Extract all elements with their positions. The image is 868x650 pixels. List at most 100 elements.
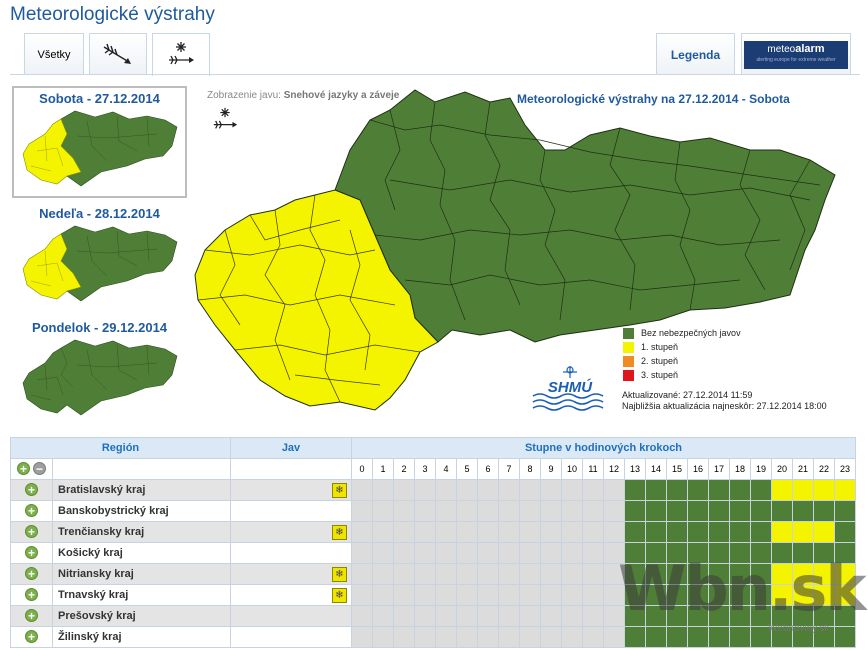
expand-row-button[interactable]: + <box>25 630 38 643</box>
day-title: Nedeľa - 28.12.2014 <box>39 206 160 221</box>
hour-cell <box>582 563 604 585</box>
hour-cell <box>498 479 520 501</box>
expand-row-button[interactable]: + <box>25 588 38 601</box>
hour-cell <box>393 500 415 522</box>
hour-header: 22 <box>813 458 835 480</box>
mini-map-monday <box>22 339 178 416</box>
region-name[interactable]: Banskobystrický kraj <box>52 500 231 522</box>
hour-cell <box>582 479 604 501</box>
hour-cell <box>561 542 583 564</box>
hour-cell <box>477 542 499 564</box>
hour-cell <box>519 584 541 606</box>
hour-cell <box>372 563 394 585</box>
column-header-steps: Stupne v hodinových krokoch <box>351 437 856 459</box>
hour-cell <box>603 479 625 501</box>
hour-cell <box>477 521 499 543</box>
slovakia-warning-map[interactable] <box>190 80 845 415</box>
hour-cell <box>582 584 604 606</box>
hour-header: 16 <box>687 458 709 480</box>
hour-cell <box>834 521 856 543</box>
hour-cell <box>435 479 457 501</box>
map-legend: Bez nebezpečných javov 1. stupeň 2. stup… <box>623 326 741 382</box>
region-name[interactable]: Trenčiansky kraj <box>52 521 231 543</box>
collapse-all-button[interactable]: − <box>33 462 47 475</box>
hour-cell <box>435 605 457 627</box>
hour-cell <box>708 521 730 543</box>
expand-cell: + <box>10 479 53 501</box>
day-panel-sunday[interactable]: Nedeľa - 28.12.2014 <box>12 203 187 313</box>
expand-cell: + <box>10 542 53 564</box>
region-name[interactable]: Žilinský kraj <box>52 626 231 648</box>
empty-cell <box>230 458 352 480</box>
hour-header: 8 <box>519 458 541 480</box>
hour-cell <box>603 500 625 522</box>
table-row: + Žilinský kraj <box>10 626 856 648</box>
expand-row-button[interactable]: + <box>25 525 38 538</box>
region-name[interactable]: Bratislavský kraj <box>52 479 231 501</box>
hour-cell <box>792 479 814 501</box>
snow-drift-warning-icon[interactable]: ❄ <box>332 566 347 582</box>
jav-cell: ❄ <box>230 584 352 606</box>
hour-cell <box>561 584 583 606</box>
expand-all-button[interactable]: + <box>16 462 30 475</box>
hour-header: 18 <box>729 458 751 480</box>
hour-cell <box>393 521 415 543</box>
hour-cell <box>498 605 520 627</box>
hour-cell <box>540 563 562 585</box>
hour-cell <box>666 500 688 522</box>
snow-drift-warning-icon[interactable]: ❄ <box>332 524 347 540</box>
hour-cell <box>393 584 415 606</box>
hour-cell <box>729 626 751 648</box>
region-name[interactable]: Prešovský kraj <box>52 605 231 627</box>
legend-swatch <box>623 369 634 381</box>
hour-cell <box>393 479 415 501</box>
hour-cell <box>372 542 394 564</box>
hour-cell <box>729 500 751 522</box>
region-name[interactable]: Trnavský kraj <box>52 584 231 606</box>
hour-cell <box>414 626 436 648</box>
hour-cell <box>477 626 499 648</box>
wind-icon <box>103 43 131 64</box>
tab-snow-drift[interactable] <box>152 33 210 76</box>
expand-cell: + <box>10 605 53 627</box>
hour-cell <box>708 500 730 522</box>
region-name[interactable]: Košický kraj <box>52 542 231 564</box>
hour-cell <box>645 626 667 648</box>
next-update-timestamp: Najbližšia aktualizácia najneskôr: 27.12… <box>622 401 827 411</box>
expand-row-button[interactable]: + <box>25 483 38 496</box>
hour-header: 1 <box>372 458 394 480</box>
hour-cell <box>624 500 646 522</box>
hour-header: 10 <box>561 458 583 480</box>
jav-cell: ❄ <box>230 563 352 585</box>
hour-cell <box>477 563 499 585</box>
snow-drift-warning-icon[interactable]: ❄ <box>332 587 347 603</box>
legend-swatch <box>623 355 634 367</box>
expand-row-button[interactable]: + <box>25 567 38 580</box>
tab-all[interactable]: Všetky <box>24 33 84 75</box>
hour-cell <box>582 500 604 522</box>
svg-text:SHMÚ: SHMÚ <box>548 378 593 396</box>
column-header-jav: Jav <box>230 437 352 459</box>
hour-cell <box>456 479 478 501</box>
shmu-logo: SHMÚ <box>532 366 604 411</box>
hour-header: 20 <box>771 458 793 480</box>
expand-row-button[interactable]: + <box>25 546 38 559</box>
day-title: Sobota - 27.12.2014 <box>39 91 160 106</box>
region-name[interactable]: Nitriansky kraj <box>52 563 231 585</box>
day-panel-saturday[interactable]: Sobota - 27.12.2014 <box>12 86 187 198</box>
legend-item: Bez nebezpečných javov <box>623 326 741 340</box>
meteoalarm-link[interactable]: meteoalarm alerting europe for extreme w… <box>741 33 851 75</box>
hour-header: 14 <box>645 458 667 480</box>
snow-drift-warning-icon[interactable]: ❄ <box>332 482 347 498</box>
day-panel-monday[interactable]: Pondelok - 29.12.2014 <box>12 317 187 427</box>
expand-cell: + <box>10 626 53 648</box>
expand-row-button[interactable]: + <box>25 609 38 622</box>
hour-cell <box>645 521 667 543</box>
expand-row-button[interactable]: + <box>25 504 38 517</box>
hour-header: 7 <box>498 458 520 480</box>
hour-cell <box>498 563 520 585</box>
hour-cell <box>540 605 562 627</box>
tab-wind[interactable] <box>89 33 147 75</box>
tab-legend[interactable]: Legenda <box>656 33 735 75</box>
hour-cell <box>561 479 583 501</box>
